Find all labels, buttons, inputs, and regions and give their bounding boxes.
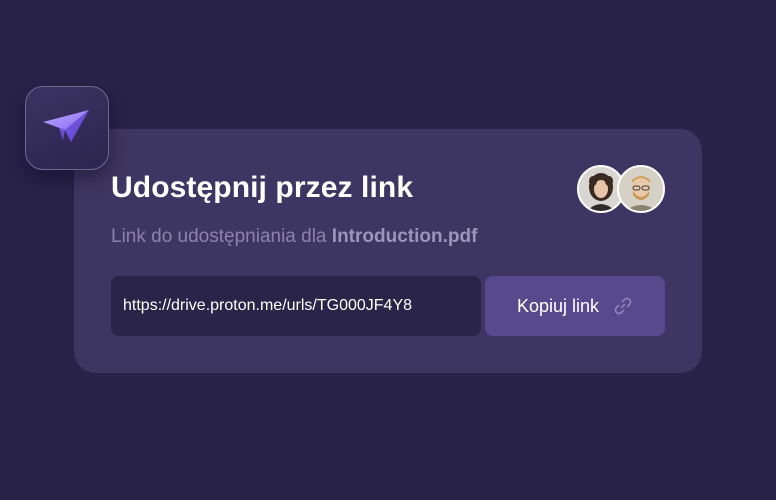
copy-link-button[interactable]: Kopiuj link — [485, 276, 665, 336]
avatar[interactable] — [617, 165, 665, 213]
share-url-text[interactable]: https://drive.proton.me/urls/TG000JF4Y8 — [123, 297, 412, 315]
subtitle-prefix: Link do udostępniania dla — [111, 226, 332, 247]
share-url-field[interactable]: https://drive.proton.me/urls/TG000JF4Y8 — [111, 276, 481, 336]
file-name: Introduction.pdf — [331, 226, 478, 247]
share-subtitle: Link do udostępniania dla Introduction.p… — [111, 226, 477, 248]
copy-link-label: Kopiuj link — [516, 295, 600, 316]
app-icon-tile — [25, 86, 109, 170]
link-icon — [613, 296, 633, 316]
share-title: Udostępnij przez link — [111, 171, 414, 204]
shared-users — [577, 165, 667, 213]
paper-plane-icon — [41, 106, 93, 151]
